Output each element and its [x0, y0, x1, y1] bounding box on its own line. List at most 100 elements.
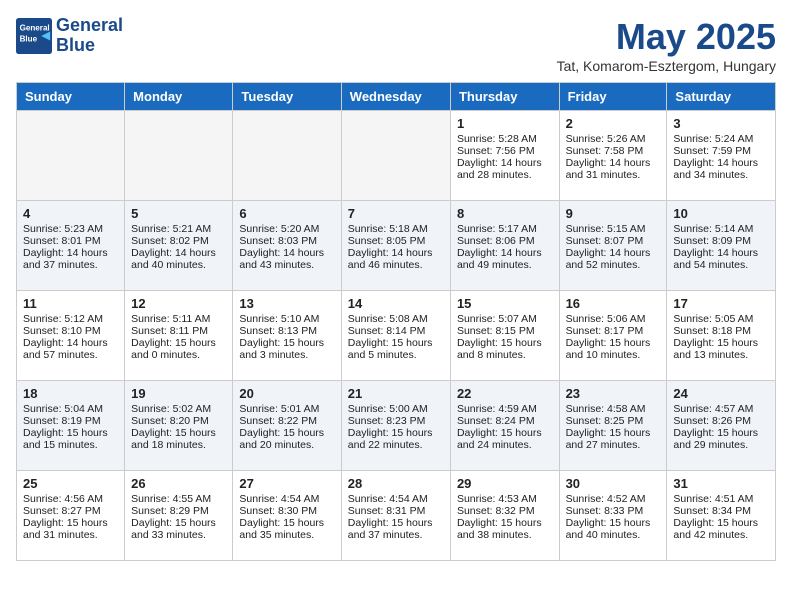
day-info: Sunset: 8:26 PM	[673, 415, 769, 427]
logo-line1: General	[56, 16, 123, 36]
day-number: 19	[131, 386, 226, 401]
day-number: 27	[239, 476, 334, 491]
day-number: 1	[457, 116, 553, 131]
day-info: Sunrise: 5:14 AM	[673, 223, 769, 235]
calendar-cell: 11Sunrise: 5:12 AMSunset: 8:10 PMDayligh…	[17, 291, 125, 381]
day-number: 15	[457, 296, 553, 311]
day-info: Daylight: 14 hours	[131, 247, 226, 259]
day-info: Sunrise: 5:08 AM	[348, 313, 444, 325]
day-info: and 52 minutes.	[566, 259, 661, 271]
day-info: and 18 minutes.	[131, 439, 226, 451]
day-number: 18	[23, 386, 118, 401]
day-info: Sunset: 8:06 PM	[457, 235, 553, 247]
day-number: 26	[131, 476, 226, 491]
day-info: and 13 minutes.	[673, 349, 769, 361]
day-info: Daylight: 15 hours	[457, 427, 553, 439]
calendar-cell: 29Sunrise: 4:53 AMSunset: 8:32 PMDayligh…	[450, 471, 559, 561]
day-info: Sunrise: 5:23 AM	[23, 223, 118, 235]
day-number: 3	[673, 116, 769, 131]
day-info: Sunrise: 5:21 AM	[131, 223, 226, 235]
calendar-cell: 15Sunrise: 5:07 AMSunset: 8:15 PMDayligh…	[450, 291, 559, 381]
day-info: Sunrise: 5:06 AM	[566, 313, 661, 325]
calendar-cell: 27Sunrise: 4:54 AMSunset: 8:30 PMDayligh…	[233, 471, 341, 561]
day-info: Sunrise: 5:07 AM	[457, 313, 553, 325]
day-info: Daylight: 15 hours	[23, 427, 118, 439]
calendar-cell: 3Sunrise: 5:24 AMSunset: 7:59 PMDaylight…	[667, 111, 776, 201]
day-info: Sunset: 8:17 PM	[566, 325, 661, 337]
day-info: and 49 minutes.	[457, 259, 553, 271]
day-number: 2	[566, 116, 661, 131]
calendar-cell: 19Sunrise: 5:02 AMSunset: 8:20 PMDayligh…	[125, 381, 233, 471]
calendar-cell: 22Sunrise: 4:59 AMSunset: 8:24 PMDayligh…	[450, 381, 559, 471]
svg-text:Blue: Blue	[20, 34, 38, 43]
day-info: Daylight: 15 hours	[348, 427, 444, 439]
day-info: and 37 minutes.	[23, 259, 118, 271]
day-info: Sunset: 8:09 PM	[673, 235, 769, 247]
calendar-week-row: 1Sunrise: 5:28 AMSunset: 7:56 PMDaylight…	[17, 111, 776, 201]
calendar-cell: 10Sunrise: 5:14 AMSunset: 8:09 PMDayligh…	[667, 201, 776, 291]
day-number: 14	[348, 296, 444, 311]
calendar-cell	[125, 111, 233, 201]
day-info: and 31 minutes.	[566, 169, 661, 181]
day-number: 29	[457, 476, 553, 491]
day-info: and 20 minutes.	[239, 439, 334, 451]
day-info: and 29 minutes.	[673, 439, 769, 451]
day-info: Sunset: 8:19 PM	[23, 415, 118, 427]
day-info: Sunset: 8:10 PM	[23, 325, 118, 337]
day-number: 10	[673, 206, 769, 221]
day-info: Sunset: 8:07 PM	[566, 235, 661, 247]
day-info: Sunset: 8:29 PM	[131, 505, 226, 517]
day-info: Daylight: 15 hours	[566, 427, 661, 439]
calendar-cell	[341, 111, 450, 201]
month-title: May 2025	[557, 16, 776, 58]
calendar-cell: 23Sunrise: 4:58 AMSunset: 8:25 PMDayligh…	[559, 381, 667, 471]
calendar-week-row: 25Sunrise: 4:56 AMSunset: 8:27 PMDayligh…	[17, 471, 776, 561]
day-info: Sunrise: 5:04 AM	[23, 403, 118, 415]
day-info: Daylight: 15 hours	[348, 517, 444, 529]
day-info: Sunrise: 5:11 AM	[131, 313, 226, 325]
day-info: and 38 minutes.	[457, 529, 553, 541]
day-info: Sunset: 8:03 PM	[239, 235, 334, 247]
day-info: Sunrise: 4:57 AM	[673, 403, 769, 415]
day-info: and 35 minutes.	[239, 529, 334, 541]
day-info: Daylight: 15 hours	[673, 427, 769, 439]
day-info: Daylight: 15 hours	[457, 337, 553, 349]
day-info: Daylight: 15 hours	[23, 517, 118, 529]
day-number: 21	[348, 386, 444, 401]
day-info: and 40 minutes.	[566, 529, 661, 541]
day-info: Sunrise: 4:58 AM	[566, 403, 661, 415]
day-info: Sunset: 8:02 PM	[131, 235, 226, 247]
day-number: 11	[23, 296, 118, 311]
calendar-cell: 16Sunrise: 5:06 AMSunset: 8:17 PMDayligh…	[559, 291, 667, 381]
calendar-cell: 4Sunrise: 5:23 AMSunset: 8:01 PMDaylight…	[17, 201, 125, 291]
day-info: Sunset: 8:30 PM	[239, 505, 334, 517]
day-info: Daylight: 15 hours	[131, 337, 226, 349]
calendar-cell: 7Sunrise: 5:18 AMSunset: 8:05 PMDaylight…	[341, 201, 450, 291]
day-info: and 46 minutes.	[348, 259, 444, 271]
day-header-monday: Monday	[125, 83, 233, 111]
day-info: Sunset: 8:33 PM	[566, 505, 661, 517]
day-info: Sunrise: 5:05 AM	[673, 313, 769, 325]
day-number: 17	[673, 296, 769, 311]
calendar-cell: 21Sunrise: 5:00 AMSunset: 8:23 PMDayligh…	[341, 381, 450, 471]
day-number: 30	[566, 476, 661, 491]
day-info: Sunset: 8:14 PM	[348, 325, 444, 337]
day-header-tuesday: Tuesday	[233, 83, 341, 111]
day-info: Sunrise: 5:17 AM	[457, 223, 553, 235]
day-number: 8	[457, 206, 553, 221]
day-number: 12	[131, 296, 226, 311]
day-number: 22	[457, 386, 553, 401]
day-info: Sunset: 8:34 PM	[673, 505, 769, 517]
day-info: Daylight: 14 hours	[23, 337, 118, 349]
calendar-cell: 13Sunrise: 5:10 AMSunset: 8:13 PMDayligh…	[233, 291, 341, 381]
day-info: Sunset: 8:25 PM	[566, 415, 661, 427]
location: Tat, Komarom-Esztergom, Hungary	[557, 58, 776, 74]
day-info: and 33 minutes.	[131, 529, 226, 541]
day-info: Daylight: 15 hours	[566, 517, 661, 529]
day-info: Sunset: 7:56 PM	[457, 145, 553, 157]
day-info: and 27 minutes.	[566, 439, 661, 451]
calendar-cell: 20Sunrise: 5:01 AMSunset: 8:22 PMDayligh…	[233, 381, 341, 471]
day-info: Sunrise: 5:24 AM	[673, 133, 769, 145]
day-info: Sunset: 8:27 PM	[23, 505, 118, 517]
day-info: Daylight: 15 hours	[566, 337, 661, 349]
